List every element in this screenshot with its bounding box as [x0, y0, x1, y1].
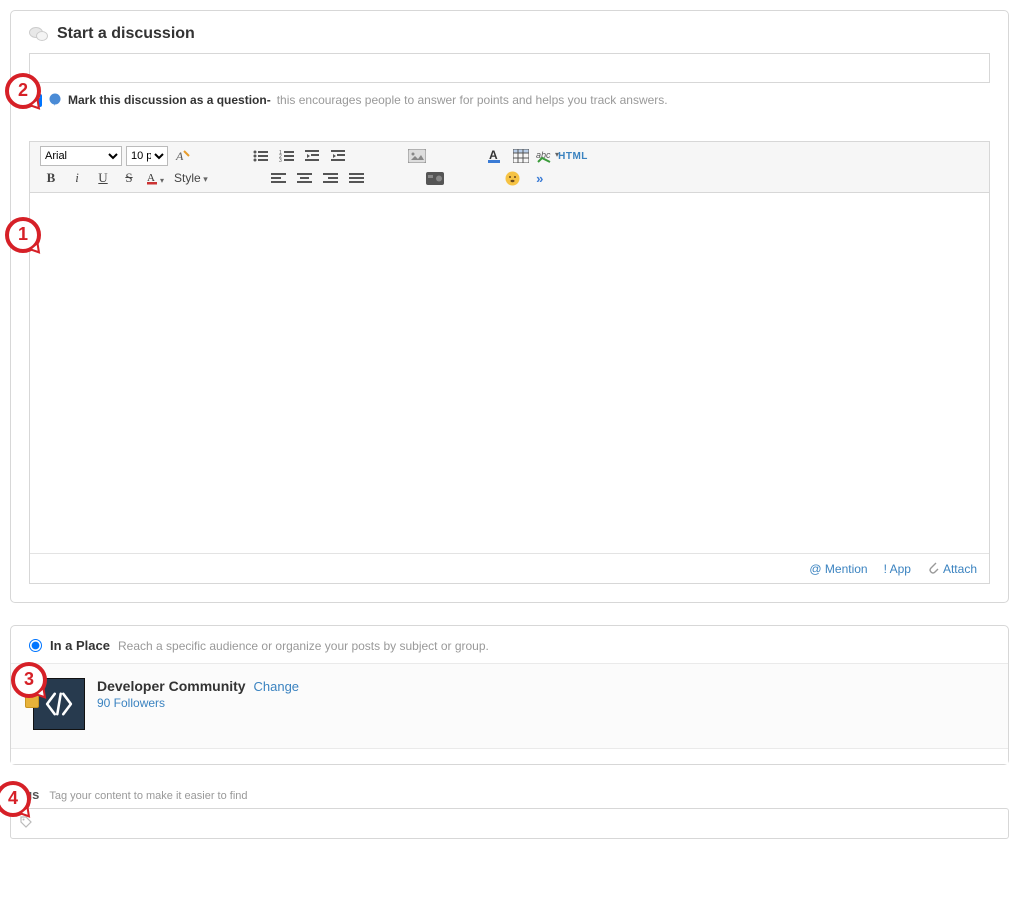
mark-question-help: this encourages people to answer for poi… — [277, 93, 668, 107]
align-center-icon[interactable] — [294, 168, 316, 188]
place-panel: In a Place Reach a specific audience or … — [10, 625, 1009, 765]
place-body: Developer Community Change 90 Followers — [11, 664, 1008, 748]
mention-link[interactable]: @ Mention — [809, 560, 867, 577]
insert-video-icon[interactable] — [424, 168, 446, 188]
discussion-panel: Start a discussion Mark this discussion … — [10, 10, 1009, 603]
toolbar-advanced-group: A abc HTML — [478, 146, 590, 166]
style-dropdown[interactable]: Style — [170, 171, 212, 185]
svg-text:A: A — [489, 148, 498, 162]
place-title: In a Place — [50, 638, 110, 653]
insert-table-icon[interactable] — [510, 146, 532, 166]
attach-link[interactable]: Attach — [927, 560, 977, 577]
toolbar-format-group: B i U S A Style — [34, 168, 218, 188]
svg-text:3: 3 — [279, 158, 282, 163]
question-row: Mark this discussion as a question- this… — [29, 93, 990, 107]
editor-body[interactable] — [30, 193, 989, 553]
toolbar-insert-group-2 — [418, 168, 452, 188]
more-icon[interactable]: » — [528, 168, 550, 188]
place-help: Reach a specific audience or organize yo… — [118, 639, 489, 653]
discussion-icon — [29, 25, 49, 43]
align-right-icon[interactable] — [320, 168, 342, 188]
place-name-row: Developer Community Change — [97, 678, 299, 694]
text-color-icon[interactable]: A — [484, 146, 506, 166]
clear-formatting-icon[interactable]: A — [172, 146, 194, 166]
place-name: Developer Community — [97, 678, 246, 694]
underline-icon[interactable]: U — [92, 168, 114, 188]
bullet-list-icon[interactable] — [250, 146, 272, 166]
app-link[interactable]: ! App — [884, 560, 911, 577]
place-radio[interactable] — [29, 639, 42, 652]
html-source-button[interactable]: HTML — [562, 146, 584, 166]
font-family-select[interactable]: Arial — [40, 146, 122, 166]
change-place-link[interactable]: Change — [253, 679, 299, 694]
toolbar-list-group: 123 — [244, 146, 356, 166]
editor-toolbar: Arial 10 pt A — [30, 142, 989, 193]
indent-icon[interactable] — [328, 146, 350, 166]
place-header: In a Place Reach a specific audience or … — [11, 626, 1008, 664]
callout-4: 4 — [0, 781, 31, 817]
tags-input[interactable] — [10, 808, 1009, 839]
outdent-icon[interactable] — [302, 146, 324, 166]
toolbar-font-group: Arial 10 pt A — [34, 146, 200, 166]
font-color-icon[interactable]: A — [144, 168, 166, 188]
question-bubble-icon — [48, 93, 62, 107]
editor-footer: @ Mention ! App Attach — [30, 553, 989, 583]
strikethrough-icon[interactable]: S — [118, 168, 140, 188]
align-left-icon[interactable] — [268, 168, 290, 188]
spellcheck-icon[interactable]: abc — [536, 146, 558, 166]
paperclip-icon — [927, 560, 939, 577]
svg-text:A: A — [175, 149, 184, 163]
italic-icon[interactable]: i — [66, 168, 88, 188]
align-justify-icon[interactable] — [346, 168, 368, 188]
toolbar-align-group — [262, 168, 374, 188]
rich-text-editor: Arial 10 pt A — [29, 141, 990, 584]
place-followers[interactable]: 90 Followers — [97, 696, 299, 710]
section-title: Start a discussion — [57, 25, 195, 43]
tags-help: Tag your content to make it easier to fi… — [49, 790, 247, 802]
insert-image-icon[interactable] — [406, 146, 428, 166]
font-size-select[interactable]: 10 pt — [126, 146, 168, 166]
place-meta: Developer Community Change 90 Followers — [97, 678, 299, 710]
toolbar-insert-group-1 — [400, 146, 434, 166]
toolbar-emoji-group: » — [496, 168, 556, 188]
place-footer-strip — [11, 748, 1008, 764]
callout-2: 2 — [5, 73, 41, 109]
discussion-title-input[interactable] — [29, 53, 990, 83]
section-title-row: Start a discussion — [29, 25, 990, 43]
bold-icon[interactable]: B — [40, 168, 62, 188]
callout-3: 3 — [11, 662, 47, 698]
callout-1: 1 — [5, 217, 41, 253]
emoji-icon[interactable] — [502, 168, 524, 188]
tags-section: Tags Tag your content to make it easier … — [10, 787, 1009, 839]
numbered-list-icon[interactable]: 123 — [276, 146, 298, 166]
mark-question-label: Mark this discussion as a question- — [68, 93, 271, 107]
